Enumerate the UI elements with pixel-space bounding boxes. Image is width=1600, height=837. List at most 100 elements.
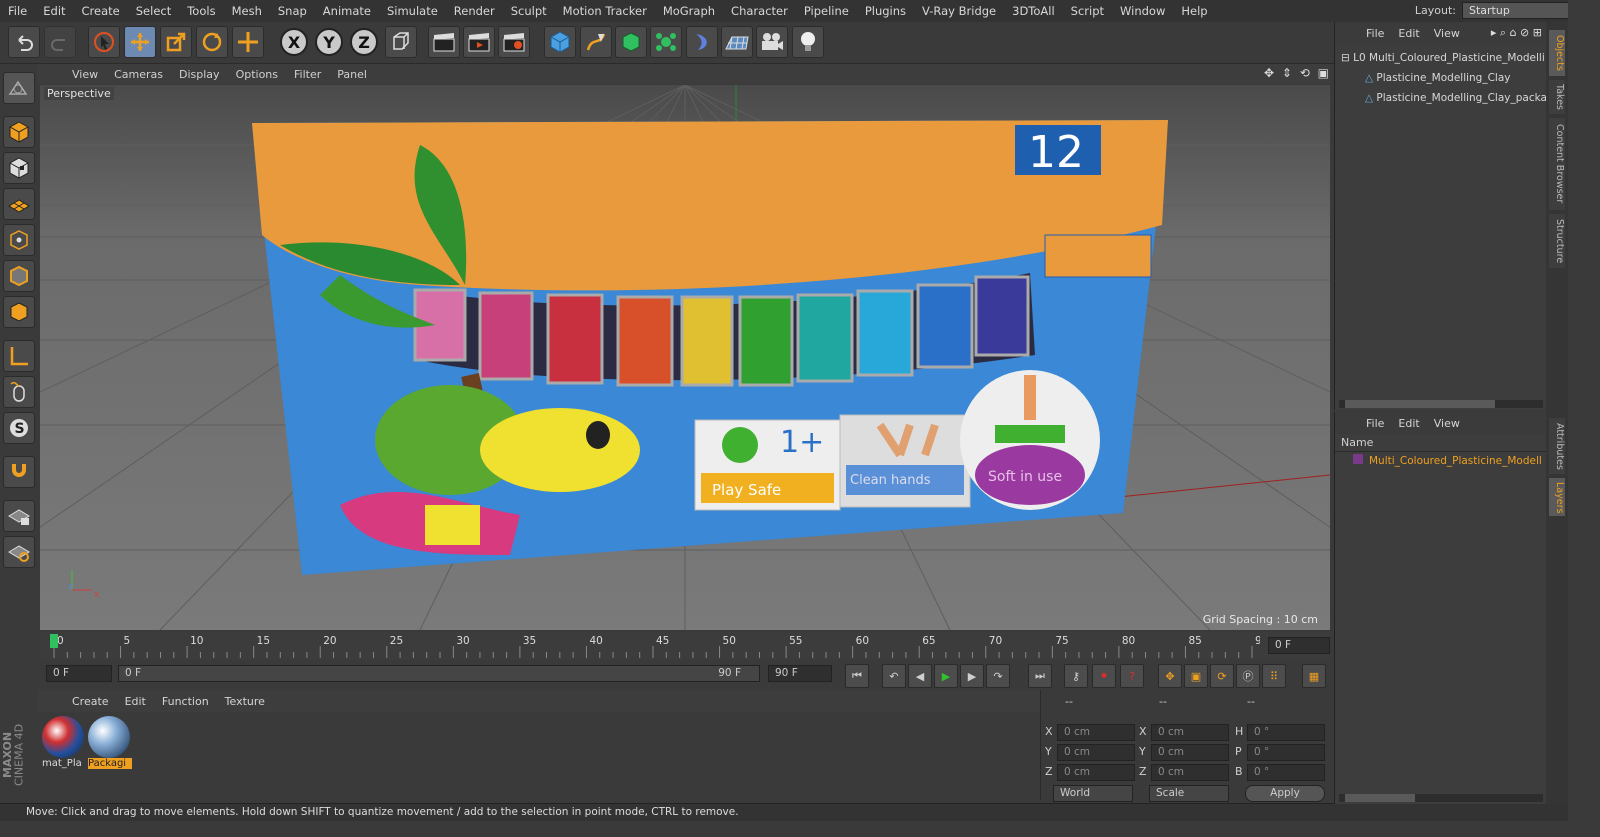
menu-mesh[interactable]: Mesh (224, 4, 270, 18)
current-frame-field[interactable]: 0 F (1268, 637, 1330, 654)
redo-button[interactable] (44, 26, 76, 58)
scale-dropdown[interactable]: Scale (1149, 785, 1229, 802)
x-axis-lock[interactable]: X (280, 28, 308, 56)
scale-tool-button[interactable] (160, 26, 192, 58)
object-tree-item-2[interactable]: △ Plasticine_Modelling_Clay_packa (1365, 92, 1547, 104)
menu-sculpt[interactable]: Sculpt (503, 4, 555, 18)
menu-mograph[interactable]: MoGraph (655, 4, 723, 18)
perspective-viewport[interactable]: 12 1+ Play Safe Clean hands Soft in use … (40, 85, 1330, 630)
viewport-menu-panel[interactable]: Panel (329, 68, 375, 81)
key-position-button[interactable]: ✥ (1158, 664, 1182, 688)
align-workplane-button[interactable] (3, 536, 35, 568)
frame-range-slider[interactable]: 0 F 90 F (118, 665, 760, 682)
transform-tool-button[interactable] (232, 26, 264, 58)
rotate-tool-button[interactable] (196, 26, 228, 58)
menu-pipeline[interactable]: Pipeline (796, 4, 857, 18)
previous-frame-button[interactable]: ◀ (908, 664, 932, 688)
object-tree-item-0[interactable]: ⊟ L0 Multi_Coloured_Plasticine_Modelli (1341, 52, 1545, 64)
tweak-mode-button[interactable] (3, 376, 35, 408)
material-menu-texture[interactable]: Texture (217, 695, 273, 708)
start-frame-field[interactable]: 0 F (46, 665, 112, 682)
coord-field-b[interactable]: 0 cm (1151, 724, 1229, 741)
move-tool-button[interactable] (124, 26, 156, 58)
material-item-1[interactable]: Packagi (88, 716, 132, 772)
key-parameter-button[interactable]: Ⓟ (1236, 664, 1260, 688)
tab-structure[interactable]: Structure (1549, 214, 1565, 268)
menu-window[interactable]: Window (1112, 4, 1173, 18)
go-to-start-button[interactable]: ⏮ (845, 664, 869, 688)
layers-menu-view[interactable]: View (1427, 417, 1467, 430)
autokey-button[interactable]: ⏺ (1092, 664, 1116, 688)
snap-button[interactable]: S (3, 412, 35, 444)
layer-row[interactable]: Multi_Coloured_Plasticine_Modell (1353, 454, 1542, 467)
previous-key-button[interactable]: ↶ (882, 664, 906, 688)
workplane-button[interactable] (3, 188, 35, 220)
coord-field-a[interactable]: 0 cm (1057, 724, 1135, 741)
menu-script[interactable]: Script (1063, 4, 1112, 18)
menu-plugins[interactable]: Plugins (857, 4, 914, 18)
layer-scrollbar[interactable] (1339, 794, 1543, 802)
coord-field-a[interactable]: 0 cm (1057, 764, 1135, 781)
play-button[interactable]: ▶ (934, 664, 958, 688)
world-dropdown[interactable]: World (1053, 785, 1133, 802)
lock-workplane-button[interactable] (3, 500, 35, 532)
menu-edit[interactable]: Edit (35, 4, 73, 18)
menu-snap[interactable]: Snap (270, 4, 315, 18)
make-editable-button[interactable] (3, 72, 35, 104)
go-to-end-button[interactable]: ⏭ (1028, 664, 1052, 688)
magnet-button[interactable] (3, 456, 35, 488)
viewport-menu-options[interactable]: Options (228, 68, 286, 81)
material-menu-function[interactable]: Function (154, 695, 217, 708)
pen-spline-button[interactable] (580, 26, 612, 58)
edges-mode-button[interactable] (3, 260, 35, 292)
tab-objects[interactable]: Objects (1549, 30, 1565, 76)
y-axis-lock[interactable]: Y (315, 28, 343, 56)
menu-motion-tracker[interactable]: Motion Tracker (555, 4, 655, 18)
z-axis-lock[interactable]: Z (350, 28, 378, 56)
subdivision-button[interactable] (615, 26, 647, 58)
keyframe-selection-button[interactable]: ? (1120, 664, 1144, 688)
timeline-window-button[interactable]: ▦ (1302, 664, 1326, 688)
menu-tools[interactable]: Tools (179, 4, 223, 18)
objects-menu-file[interactable]: File (1359, 27, 1391, 40)
cube-button[interactable] (544, 26, 576, 58)
end-frame-field[interactable]: 90 F (768, 665, 832, 682)
coord-field-b[interactable]: 0 cm (1151, 764, 1229, 781)
camera-button[interactable] (756, 26, 788, 58)
viewport-menu-view[interactable]: View (64, 68, 106, 81)
record-keys-button[interactable]: ⚷ (1064, 664, 1088, 688)
viewport-menu-cameras[interactable]: Cameras (106, 68, 171, 81)
axis-mode-button[interactable] (3, 340, 35, 372)
material-menu-edit[interactable]: Edit (117, 695, 154, 708)
key-rotation-button[interactable]: ⟳ (1210, 664, 1234, 688)
layers-menu-file[interactable]: File (1359, 417, 1391, 430)
live-selection-button[interactable] (88, 26, 120, 58)
model-mode-button[interactable] (3, 116, 35, 148)
menu-animate[interactable]: Animate (315, 4, 379, 18)
texture-mode-button[interactable] (3, 152, 35, 184)
deformer-button[interactable] (686, 26, 718, 58)
key-scale-button[interactable]: ▣ (1184, 664, 1208, 688)
objects-menu-view[interactable]: View (1427, 27, 1467, 40)
menu-3dtoall[interactable]: 3DToAll (1004, 4, 1063, 18)
material-item-0[interactable]: mat_Pla (42, 716, 86, 772)
render-view-button[interactable] (428, 26, 460, 58)
coord-field-c[interactable]: 0 ° (1247, 744, 1325, 761)
coord-field-c[interactable]: 0 ° (1247, 764, 1325, 781)
timeline-ruler[interactable]: 0 5 10 15 20 25 30 35 40 45 50 55 60 65 70 75 80 85 90 0 F (40, 632, 1330, 660)
menu-select[interactable]: Select (128, 4, 179, 18)
cloner-button[interactable] (650, 26, 682, 58)
material-menu-create[interactable]: Create (64, 695, 117, 708)
undo-button[interactable] (8, 26, 40, 58)
coord-field-b[interactable]: 0 cm (1151, 744, 1229, 761)
key-pla-button[interactable]: ⠿ (1262, 664, 1286, 688)
viewport-menu-filter[interactable]: Filter (286, 68, 329, 81)
object-tree-item-1[interactable]: △ Plasticine_Modelling_Clay (1365, 72, 1511, 84)
layers-menu-edit[interactable]: Edit (1391, 417, 1426, 430)
menu-simulate[interactable]: Simulate (379, 4, 446, 18)
floor-button[interactable] (721, 26, 753, 58)
viewport-menu-display[interactable]: Display (171, 68, 228, 81)
render-picture-viewer-button[interactable] (463, 26, 495, 58)
next-key-button[interactable]: ↷ (986, 664, 1010, 688)
coord-field-a[interactable]: 0 cm (1057, 744, 1135, 761)
